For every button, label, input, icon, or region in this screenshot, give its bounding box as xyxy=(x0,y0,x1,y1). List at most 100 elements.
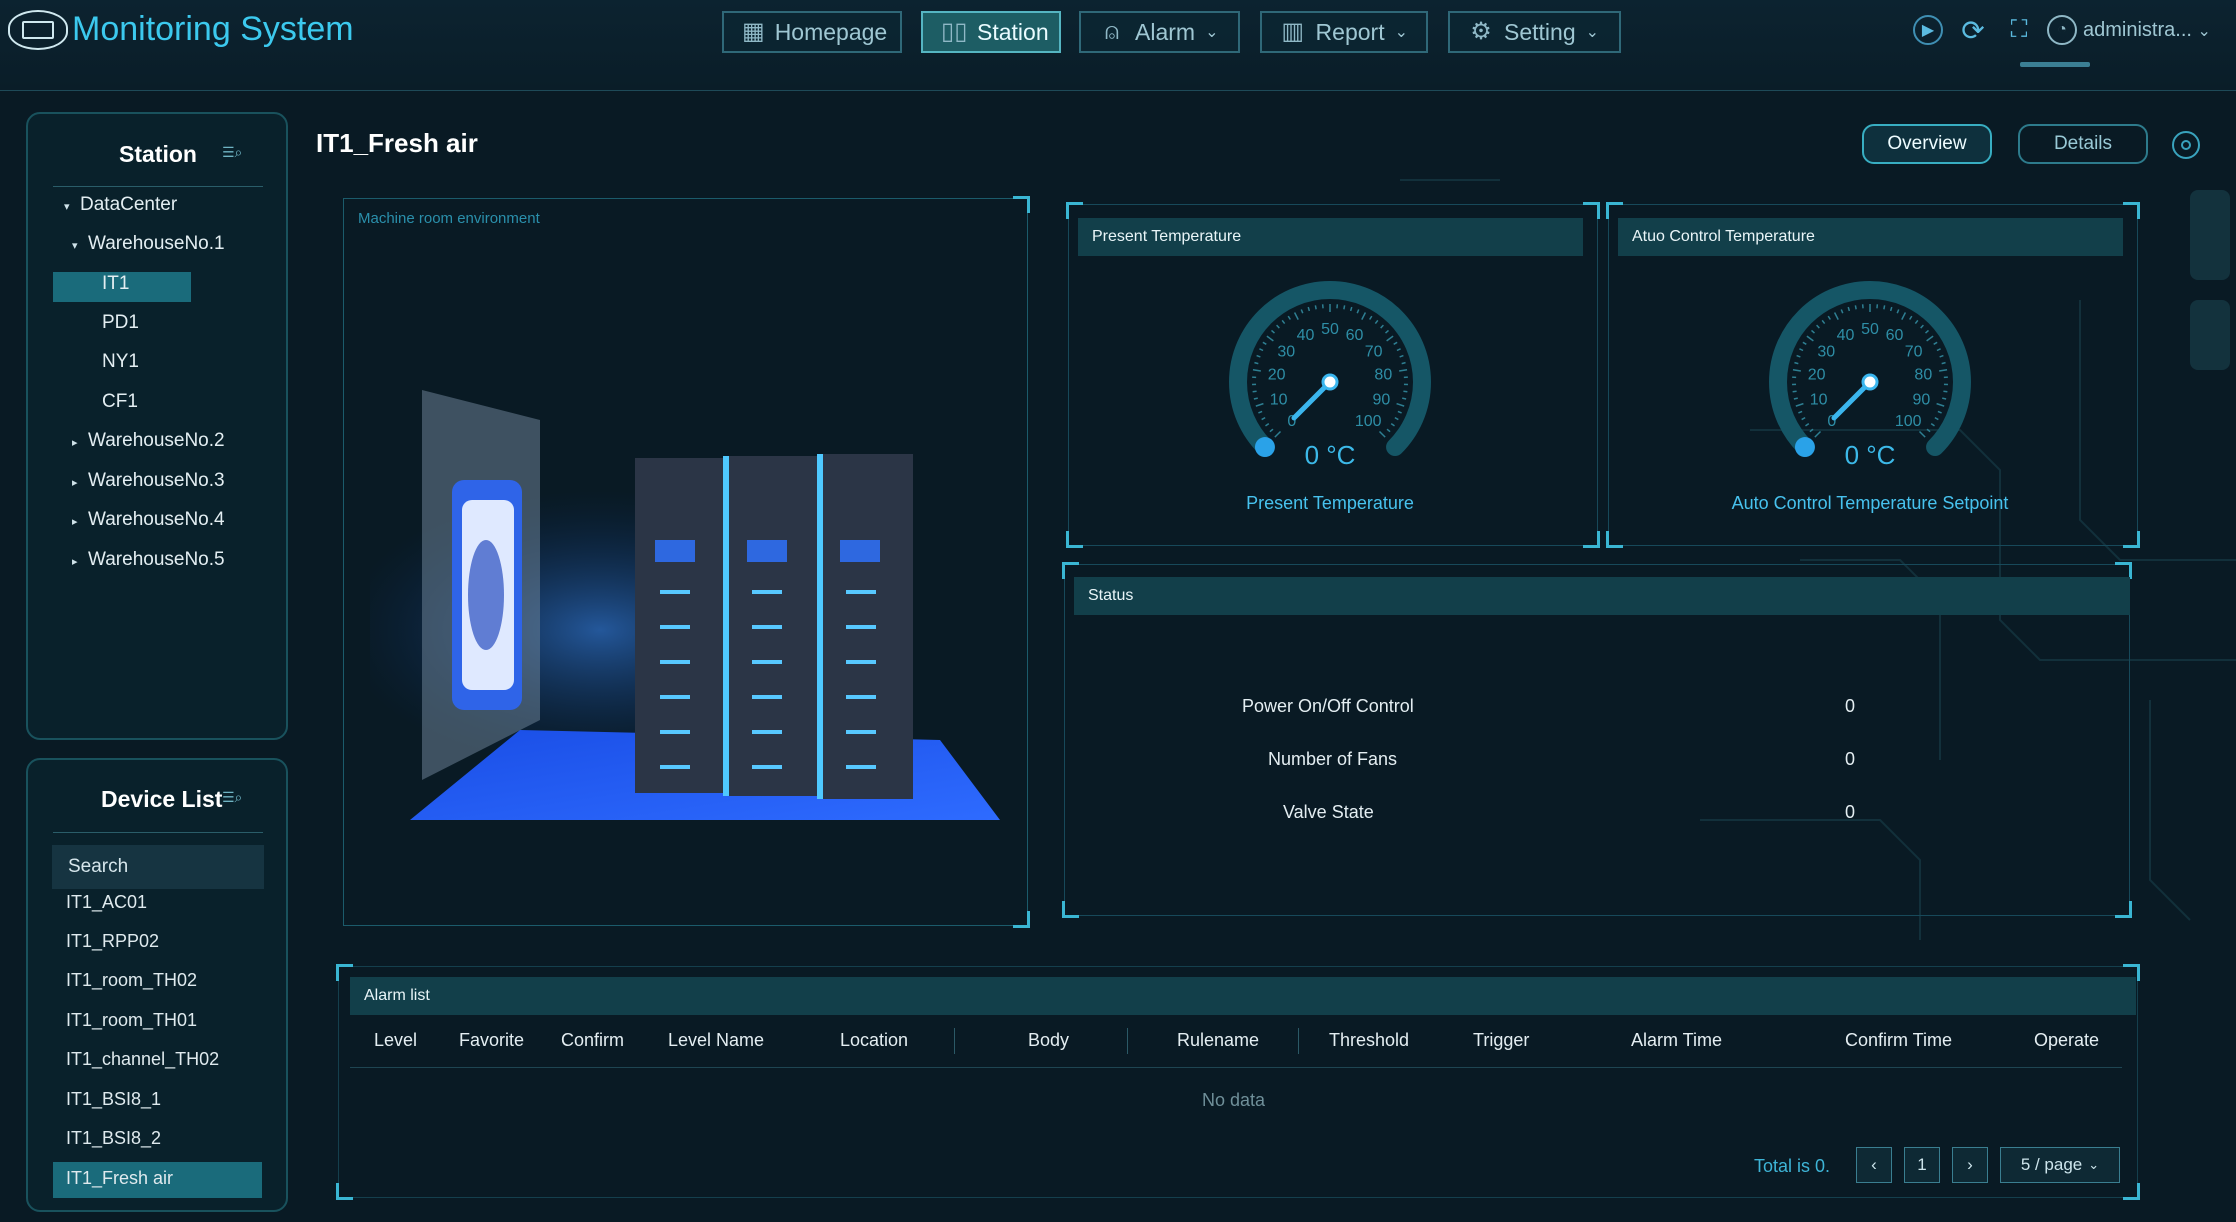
tab-details[interactable]: Details xyxy=(2018,124,2148,164)
column-header: Level xyxy=(374,1030,418,1050)
nav-homepage[interactable]: ▦ Homepage xyxy=(722,11,902,53)
gauge-tick xyxy=(1926,428,1931,433)
device-list-item[interactable]: IT1_RPP02 xyxy=(66,931,159,952)
caret-down-icon[interactable]: ▾ xyxy=(72,239,88,252)
gauge-tick xyxy=(1269,428,1274,433)
fullscreen-icon[interactable]: ⛶ xyxy=(2004,15,2034,45)
column-header: Threshold xyxy=(1329,1030,1410,1050)
tree-item[interactable]: PD1 xyxy=(102,312,139,334)
gauge-tick xyxy=(1349,306,1353,312)
tree-item[interactable]: CF1 xyxy=(102,391,138,413)
gauge-tick xyxy=(1901,312,1907,320)
device-list-item[interactable]: IT1_Fresh air xyxy=(66,1168,173,1189)
nav-label: Report xyxy=(1315,18,1385,45)
caret-down-icon[interactable]: ▾ xyxy=(64,200,80,213)
gauge-tick xyxy=(1276,324,1280,329)
bar-chart-icon: ▥ xyxy=(1281,18,1305,45)
gauge-tick xyxy=(1369,315,1373,320)
column-header: Favorite xyxy=(459,1030,525,1050)
nav-setting[interactable]: ⚙ Setting ⌄ xyxy=(1448,11,1621,53)
status-label-power: Power On/Off Control xyxy=(1242,696,1414,716)
refresh-icon[interactable]: ⟳ xyxy=(1958,15,1988,46)
caret-right-icon[interactable]: ▸ xyxy=(72,555,88,568)
device-list-item[interactable]: IT1_room_TH01 xyxy=(66,1010,197,1031)
device-search-input[interactable] xyxy=(52,845,264,889)
status-label-valve: Valve State xyxy=(1283,802,1374,822)
column-header: Body xyxy=(1028,1030,1070,1050)
auto-control-temperature-caption: Auto Control Temperature Setpoint xyxy=(1731,493,2009,513)
gauge-tick xyxy=(1810,329,1815,334)
device-list-item[interactable]: IT1_room_TH02 xyxy=(66,970,197,991)
gauge-tick xyxy=(1399,369,1408,372)
gauge-tick xyxy=(1854,305,1857,310)
tree-item[interactable]: ▸ WarehouseNo.2 xyxy=(72,430,225,452)
tree-item[interactable]: NY1 xyxy=(102,351,139,373)
user-avatar-icon[interactable]: ◔ xyxy=(2047,15,2077,45)
page-size-select[interactable]: 5 / page ⌄ xyxy=(2000,1147,2120,1183)
gauge-tick xyxy=(1258,410,1263,414)
corner-mark xyxy=(1062,901,1079,918)
gauge-tick xyxy=(1393,341,1398,345)
gauge-tick xyxy=(1809,428,1814,433)
chevron-down-icon: ⌄ xyxy=(1205,24,1219,41)
device-list-item[interactable]: IT1_channel_TH02 xyxy=(66,1049,219,1070)
gauge-tick xyxy=(1390,422,1395,427)
tree-item-label: WarehouseNo.3 xyxy=(88,470,225,491)
gauge-tick xyxy=(1386,428,1391,433)
tree-item[interactable]: ▸ WarehouseNo.4 xyxy=(72,509,225,531)
column-header: Level Name xyxy=(668,1030,765,1050)
gauge-tick xyxy=(1920,324,1924,329)
gauge-tick-label: 70 xyxy=(1905,343,1923,360)
column-header: Alarm Time xyxy=(1631,1030,1723,1050)
gauge-tick xyxy=(1281,319,1286,324)
nav-report[interactable]: ▥ Report ⌄ xyxy=(1260,11,1428,53)
tree-item[interactable]: ▾ DataCenter xyxy=(64,194,177,216)
gauge-reading: 0 °C xyxy=(1845,440,1896,470)
gauge-tick xyxy=(1805,422,1810,427)
nav-alarm[interactable]: ⍝ Alarm ⌄ xyxy=(1079,11,1240,53)
prev-page-button[interactable]: ‹ xyxy=(1856,1147,1892,1183)
corner-mark xyxy=(1066,531,1083,548)
caret-right-icon[interactable]: ▸ xyxy=(72,436,88,449)
gauge-tick xyxy=(1394,416,1399,421)
page-number-button[interactable]: 1 xyxy=(1904,1147,1940,1183)
play-icon[interactable]: ▶ xyxy=(1913,15,1943,45)
nav-label: Homepage xyxy=(774,18,888,45)
station-panel-title: Station xyxy=(119,141,197,167)
gauge-tick xyxy=(1396,402,1405,407)
gauge-tick-label: 40 xyxy=(1837,327,1855,344)
alarm-list-header: Alarm list xyxy=(350,977,2136,1015)
tree-item[interactable]: ▾ WarehouseNo.1 xyxy=(72,233,225,255)
tree-item[interactable]: ▸ WarehouseNo.5 xyxy=(72,549,225,571)
gauge-tick-label: 100 xyxy=(1895,413,1922,430)
device-list-item[interactable]: IT1_BSI8_2 xyxy=(66,1128,161,1149)
gauge-tick xyxy=(1259,348,1264,352)
filter-search-icon[interactable]: ☰⌕ xyxy=(222,144,252,170)
gauge-tick xyxy=(1385,329,1390,334)
alarm-empty-text: No data xyxy=(1202,1090,1266,1110)
column-header: Confirm xyxy=(561,1030,625,1050)
status-value-fans: 0 xyxy=(1845,749,1856,769)
caret-right-icon[interactable]: ▸ xyxy=(72,515,88,528)
gauge-tick-label: 80 xyxy=(1914,367,1932,384)
nav-station[interactable]: ▯▯ Station xyxy=(921,11,1061,53)
station-title-underline xyxy=(53,186,263,187)
gauge-tick xyxy=(1792,369,1801,372)
user-menu[interactable]: administra... ⌄ xyxy=(2083,19,2211,42)
caret-right-icon[interactable]: ▸ xyxy=(72,476,88,489)
device-list-item[interactable]: IT1_BSI8_1 xyxy=(66,1089,161,1110)
tree-item[interactable]: IT1 xyxy=(102,273,129,295)
settings-icon[interactable] xyxy=(2172,131,2200,159)
tree-item[interactable]: ▸ WarehouseNo.3 xyxy=(72,470,225,492)
gauge-tick-label: 100 xyxy=(1355,413,1382,430)
next-page-button[interactable]: › xyxy=(1952,1147,1988,1183)
gauge-tick xyxy=(1265,422,1270,427)
header-accent-bar xyxy=(2020,62,2090,67)
tab-overview[interactable]: Overview xyxy=(1862,124,1992,164)
gauge-tick xyxy=(1266,335,1274,342)
filter-search-icon[interactable]: ☰⌕ xyxy=(222,789,252,815)
gauge-track xyxy=(1229,281,1431,457)
auto-control-temperature-gauge: 010203040 50 607080901000 °C xyxy=(1769,281,1971,470)
corner-mark xyxy=(1606,531,1623,548)
device-list-item[interactable]: IT1_AC01 xyxy=(66,892,147,913)
